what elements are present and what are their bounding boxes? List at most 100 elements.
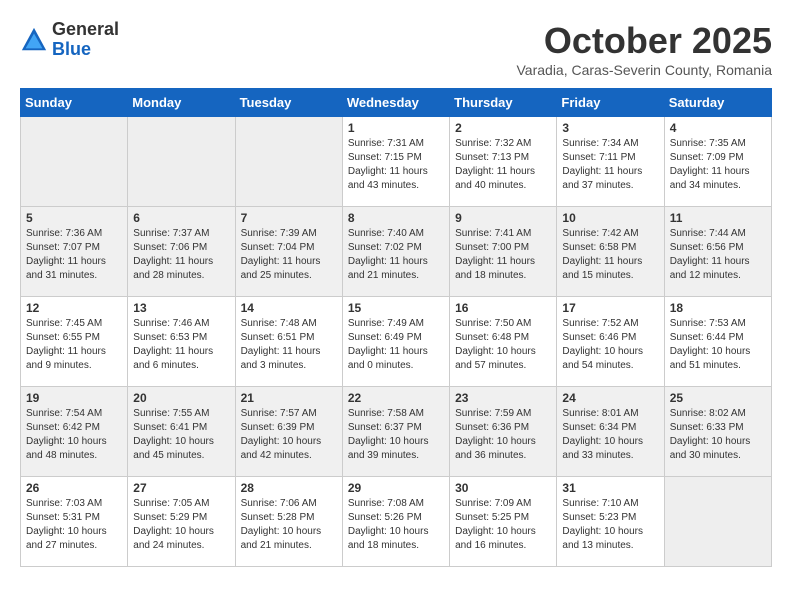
- day-number: 2: [455, 121, 551, 135]
- day-info: Sunrise: 7:44 AMSunset: 6:56 PMDaylight:…: [670, 227, 766, 283]
- day-number: 19: [26, 391, 122, 405]
- weekday-header-row: SundayMondayTuesdayWednesdayThursdayFrid…: [21, 89, 772, 117]
- calendar-week-row: 19 Sunrise: 7:54 AMSunset: 6:42 PMDayligh…: [21, 387, 772, 477]
- calendar-cell: [235, 117, 342, 207]
- calendar-cell: 19 Sunrise: 7:54 AMSunset: 6:42 PMDayligh…: [21, 387, 128, 477]
- calendar-cell: 20 Sunrise: 7:55 AMSunset: 6:41 PMDayligh…: [128, 387, 235, 477]
- logo-blue: Blue: [52, 40, 119, 60]
- day-number: 23: [455, 391, 551, 405]
- day-number: 26: [26, 481, 122, 495]
- calendar-cell: 31Sunrise: 7:10 AMSunset: 5:23 PMDayligh…: [557, 477, 664, 567]
- day-number: 30: [455, 481, 551, 495]
- calendar-cell: 17 Sunrise: 7:52 AMSunset: 6:46 PMDayligh…: [557, 297, 664, 387]
- weekday-header-friday: Friday: [557, 89, 664, 117]
- day-info: Sunrise: 7:45 AMSunset: 6:55 PMDaylight:…: [26, 317, 122, 373]
- calendar-cell: 10 Sunrise: 7:42 AMSunset: 6:58 PMDayligh…: [557, 207, 664, 297]
- calendar-cell: [664, 477, 771, 567]
- day-info: Sunrise: 7:46 AMSunset: 6:53 PMDaylight:…: [133, 317, 229, 373]
- day-number: 28: [241, 481, 337, 495]
- day-number: 1: [348, 121, 444, 135]
- day-info: Sunrise: 8:02 AMSunset: 6:33 PMDaylight:…: [670, 407, 766, 463]
- day-info: Sunrise: 7:06 AMSunset: 5:28 PMDaylight:…: [241, 497, 337, 553]
- calendar-cell: 30 Sunrise: 7:09 AMSunset: 5:25 PMDayligh…: [450, 477, 557, 567]
- day-info: Sunrise: 7:39 AMSunset: 7:04 PMDaylight:…: [241, 227, 337, 283]
- day-info: Sunrise: 7:48 AMSunset: 6:51 PMDaylight:…: [241, 317, 337, 373]
- calendar-cell: 5 Sunrise: 7:36 AMSunset: 7:07 PMDaylight…: [21, 207, 128, 297]
- day-info: Sunrise: 7:41 AMSunset: 7:00 PMDaylight:…: [455, 227, 551, 283]
- day-number: 20: [133, 391, 229, 405]
- calendar-cell: 22 Sunrise: 7:58 AMSunset: 6:37 PMDayligh…: [342, 387, 449, 477]
- day-number: 12: [26, 301, 122, 315]
- calendar-week-row: 5 Sunrise: 7:36 AMSunset: 7:07 PMDaylight…: [21, 207, 772, 297]
- day-info: Sunrise: 7:59 AMSunset: 6:36 PMDaylight:…: [455, 407, 551, 463]
- day-number: 17: [562, 301, 658, 315]
- day-number: 3: [562, 121, 658, 135]
- calendar-week-row: 12 Sunrise: 7:45 AMSunset: 6:55 PMDayligh…: [21, 297, 772, 387]
- day-info: Sunrise: 7:03 AMSunset: 5:31 PMDaylight:…: [26, 497, 122, 553]
- calendar-cell: 11Sunrise: 7:44 AMSunset: 6:56 PMDayligh…: [664, 207, 771, 297]
- calendar-cell: 29Sunrise: 7:08 AMSunset: 5:26 PMDayligh…: [342, 477, 449, 567]
- day-info: Sunrise: 7:49 AMSunset: 6:49 PMDaylight:…: [348, 317, 444, 373]
- day-info: Sunrise: 7:55 AMSunset: 6:41 PMDaylight:…: [133, 407, 229, 463]
- title-block: October 2025 Varadia, Caras-Severin Coun…: [517, 20, 773, 78]
- day-info: Sunrise: 7:42 AMSunset: 6:58 PMDaylight:…: [562, 227, 658, 283]
- calendar-cell: 23 Sunrise: 7:59 AMSunset: 6:36 PMDayligh…: [450, 387, 557, 477]
- day-info: Sunrise: 7:40 AMSunset: 7:02 PMDaylight:…: [348, 227, 444, 283]
- day-info: Sunrise: 7:36 AMSunset: 7:07 PMDaylight:…: [26, 227, 122, 283]
- calendar-cell: 16 Sunrise: 7:50 AMSunset: 6:48 PMDayligh…: [450, 297, 557, 387]
- day-number: 25: [670, 391, 766, 405]
- day-info: Sunrise: 7:08 AMSunset: 5:26 PMDaylight:…: [348, 497, 444, 553]
- calendar-week-row: 26 Sunrise: 7:03 AMSunset: 5:31 PMDayligh…: [21, 477, 772, 567]
- calendar-cell: 7Sunrise: 7:39 AMSunset: 7:04 PMDaylight…: [235, 207, 342, 297]
- month-title: October 2025: [517, 20, 773, 62]
- day-info: Sunrise: 7:54 AMSunset: 6:42 PMDaylight:…: [26, 407, 122, 463]
- day-info: Sunrise: 8:01 AMSunset: 6:34 PMDaylight:…: [562, 407, 658, 463]
- logo: General Blue: [20, 20, 119, 60]
- day-info: Sunrise: 7:32 AMSunset: 7:13 PMDaylight:…: [455, 137, 551, 193]
- calendar-cell: 3 Sunrise: 7:34 AMSunset: 7:11 PMDaylight…: [557, 117, 664, 207]
- calendar-cell: 1 Sunrise: 7:31 AMSunset: 7:15 PMDaylight…: [342, 117, 449, 207]
- logo-text: General Blue: [52, 20, 119, 60]
- calendar-cell: 21Sunrise: 7:57 AMSunset: 6:39 PMDayligh…: [235, 387, 342, 477]
- day-number: 22: [348, 391, 444, 405]
- calendar-cell: 13 Sunrise: 7:46 AMSunset: 6:53 PMDayligh…: [128, 297, 235, 387]
- calendar-cell: 9 Sunrise: 7:41 AMSunset: 7:00 PMDaylight…: [450, 207, 557, 297]
- calendar-cell: 28 Sunrise: 7:06 AMSunset: 5:28 PMDayligh…: [235, 477, 342, 567]
- calendar-cell: 6Sunrise: 7:37 AMSunset: 7:06 PMDaylight…: [128, 207, 235, 297]
- day-number: 10: [562, 211, 658, 225]
- day-info: Sunrise: 7:34 AMSunset: 7:11 PMDaylight:…: [562, 137, 658, 193]
- logo-general: General: [52, 20, 119, 40]
- calendar-cell: [128, 117, 235, 207]
- day-info: Sunrise: 7:53 AMSunset: 6:44 PMDaylight:…: [670, 317, 766, 373]
- day-info: Sunrise: 7:52 AMSunset: 6:46 PMDaylight:…: [562, 317, 658, 373]
- calendar-cell: 14 Sunrise: 7:48 AMSunset: 6:51 PMDayligh…: [235, 297, 342, 387]
- day-info: Sunrise: 7:50 AMSunset: 6:48 PMDaylight:…: [455, 317, 551, 373]
- calendar-cell: 12 Sunrise: 7:45 AMSunset: 6:55 PMDayligh…: [21, 297, 128, 387]
- weekday-header-sunday: Sunday: [21, 89, 128, 117]
- day-number: 18: [670, 301, 766, 315]
- subtitle: Varadia, Caras-Severin County, Romania: [517, 62, 773, 78]
- calendar-cell: 15Sunrise: 7:49 AMSunset: 6:49 PMDayligh…: [342, 297, 449, 387]
- weekday-header-monday: Monday: [128, 89, 235, 117]
- day-number: 24: [562, 391, 658, 405]
- calendar-cell: 4Sunrise: 7:35 AMSunset: 7:09 PMDaylight…: [664, 117, 771, 207]
- calendar-week-row: 1 Sunrise: 7:31 AMSunset: 7:15 PMDaylight…: [21, 117, 772, 207]
- day-number: 4: [670, 121, 766, 135]
- day-number: 5: [26, 211, 122, 225]
- calendar-cell: 18 Sunrise: 7:53 AMSunset: 6:44 PMDayligh…: [664, 297, 771, 387]
- calendar-cell: 8Sunrise: 7:40 AMSunset: 7:02 PMDaylight…: [342, 207, 449, 297]
- day-number: 9: [455, 211, 551, 225]
- day-info: Sunrise: 7:10 AMSunset: 5:23 PMDaylight:…: [562, 497, 658, 553]
- calendar-cell: 25 Sunrise: 8:02 AMSunset: 6:33 PMDayligh…: [664, 387, 771, 477]
- day-number: 6: [133, 211, 229, 225]
- day-info: Sunrise: 7:31 AMSunset: 7:15 PMDaylight:…: [348, 137, 444, 193]
- day-number: 16: [455, 301, 551, 315]
- day-number: 13: [133, 301, 229, 315]
- day-info: Sunrise: 7:09 AMSunset: 5:25 PMDaylight:…: [455, 497, 551, 553]
- day-number: 21: [241, 391, 337, 405]
- day-info: Sunrise: 7:58 AMSunset: 6:37 PMDaylight:…: [348, 407, 444, 463]
- page-header: General Blue October 2025 Varadia, Caras…: [20, 20, 772, 78]
- logo-icon: [20, 26, 48, 54]
- day-number: 14: [241, 301, 337, 315]
- calendar-cell: 26 Sunrise: 7:03 AMSunset: 5:31 PMDayligh…: [21, 477, 128, 567]
